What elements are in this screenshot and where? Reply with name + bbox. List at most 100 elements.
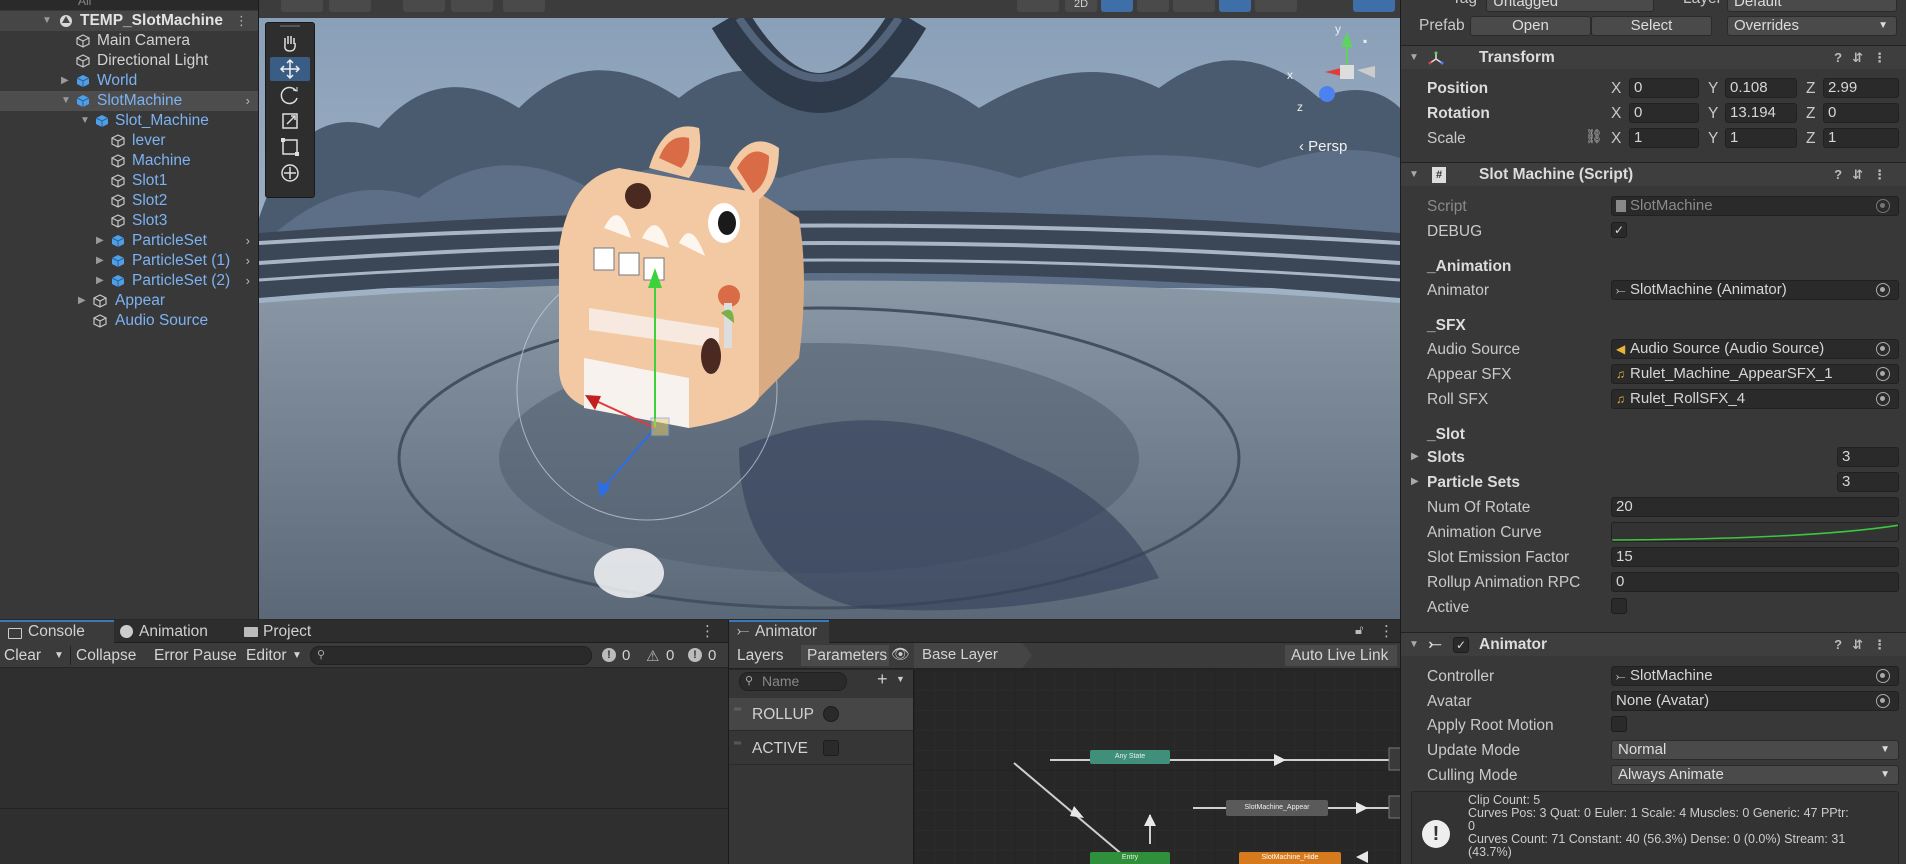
tag-dropdown[interactable]: Untagged <box>1486 0 1654 12</box>
error-count-button[interactable]: ! 0 <box>688 647 722 665</box>
update-mode-dropdown[interactable]: Normal ▼ <box>1611 740 1899 760</box>
effects-button[interactable] <box>1173 0 1215 12</box>
drag-handle-icon[interactable]: ═ <box>734 704 741 715</box>
num-of-rotate-field[interactable]: 20 <box>1611 497 1899 517</box>
bool-checkbox[interactable] <box>823 740 839 756</box>
expand-arrow-icon[interactable]: ▼ <box>80 111 92 131</box>
controller-field[interactable]: ⤚ SlotMachine <box>1611 666 1899 686</box>
rotation-y-field[interactable]: 13.194 <box>1725 103 1797 123</box>
hierarchy-item-slotmachine[interactable]: ▼ SlotMachine › <box>0 91 258 111</box>
console-split-divider[interactable] <box>0 808 728 809</box>
console-search-input[interactable]: ⚲ <box>310 646 592 665</box>
position-z-field[interactable]: 2.99 <box>1823 78 1899 98</box>
rollup-animation-rpc-field[interactable]: 0 <box>1611 572 1899 592</box>
animator-graph[interactable]: Any State SlotMachine_Appear Entry SlotM… <box>914 670 1400 864</box>
console-log-area[interactable] <box>0 668 728 864</box>
hierarchy-item-world[interactable]: ▶ World <box>0 71 258 91</box>
tab-animation[interactable]: Animation <box>118 620 238 643</box>
panel-menu-icon[interactable]: ⋮ <box>1379 622 1394 640</box>
component-header-icons[interactable]: ?⇵⋮ <box>1834 163 1896 187</box>
lighting-toggle-button[interactable] <box>1101 0 1133 12</box>
rotation-z-field[interactable]: 0 <box>1823 103 1899 123</box>
position-y-field[interactable]: 0.108 <box>1725 78 1797 98</box>
grid-button[interactable] <box>503 0 545 12</box>
gizmos-button[interactable] <box>1353 0 1395 12</box>
scale-y-field[interactable]: 1 <box>1725 128 1797 148</box>
scale-tool-button[interactable] <box>270 109 310 133</box>
hide-state-node[interactable]: SlotMachine_Hide <box>1239 852 1341 864</box>
parameter-search-input[interactable]: ⚲ Name <box>739 672 847 691</box>
persp-label[interactable]: ‹ Persp <box>1299 138 1347 155</box>
hierarchy-item-particleset-2[interactable]: ▶ ParticleSet (2) › <box>0 271 258 291</box>
object-picker-icon[interactable] <box>1876 367 1890 381</box>
expand-arrow-icon[interactable]: ▼ <box>1409 46 1419 70</box>
lock-icon[interactable]: 🔓︎ <box>1355 622 1363 638</box>
animator-enabled-checkbox[interactable]: ✓ <box>1453 637 1469 653</box>
slot-emission-factor-field[interactable]: 15 <box>1611 547 1899 567</box>
hierarchy-item-slot3[interactable]: Slot3 <box>0 211 258 231</box>
chevron-down-icon[interactable]: ▼ <box>54 645 64 666</box>
gizmo-tool-button[interactable] <box>281 0 323 12</box>
grid-snap-button[interactable] <box>403 0 445 12</box>
appear-state-node[interactable]: SlotMachine_Appear <box>1226 800 1328 816</box>
log-count-button[interactable]: ! 0 <box>602 647 636 665</box>
animator-component-header[interactable]: ▼ ⤚ ✓ Animator ?⇵⋮ <box>1401 632 1906 656</box>
object-picker-icon[interactable] <box>1876 669 1890 683</box>
hierarchy-divider[interactable] <box>258 0 259 620</box>
move-tool-button[interactable] <box>270 57 310 81</box>
parameters-tab[interactable]: Parameters <box>801 645 889 666</box>
scale-x-field[interactable]: 1 <box>1629 128 1699 148</box>
entry-node[interactable]: Entry <box>1090 852 1170 864</box>
avatar-field[interactable]: None (Avatar) <box>1611 691 1899 711</box>
animator-split-divider[interactable] <box>913 670 914 864</box>
scale-z-field[interactable]: 1 <box>1823 128 1899 148</box>
breadcrumb[interactable]: Base Layer <box>914 643 1032 668</box>
increment-snap-button[interactable] <box>451 0 493 12</box>
scene-menu-icon[interactable]: ⋮ <box>235 11 248 31</box>
camera-settings-button[interactable] <box>1255 0 1297 12</box>
expand-arrow-icon[interactable]: ▼ <box>42 11 54 31</box>
tab-project[interactable]: Project <box>244 620 354 643</box>
hierarchy-item-particleset[interactable]: ▶ ParticleSet › <box>0 231 258 251</box>
scene-view[interactable]: y x z ▪ ‹ Persp <box>259 18 1400 619</box>
expand-arrow-icon[interactable]: ▶ <box>96 251 108 271</box>
hierarchy-item-slot1[interactable]: Slot1 <box>0 171 258 191</box>
panel-menu-icon[interactable]: ⋮ <box>700 622 715 640</box>
expand-arrow-icon[interactable]: ▶ <box>1411 451 1419 462</box>
audio-toggle-button[interactable] <box>1137 0 1169 12</box>
prefab-overrides-dropdown[interactable]: Overrides ▼ <box>1727 16 1897 36</box>
console-animator-divider[interactable] <box>728 620 729 864</box>
hierarchy-item-scene[interactable]: ▼ TEMP_SlotMachine ⋮ <box>0 11 258 31</box>
layer-dropdown[interactable]: Default <box>1727 0 1897 12</box>
eye-icon[interactable]: 👁︎ <box>891 645 910 663</box>
warning-count-button[interactable]: ⚠ 0 <box>646 647 680 665</box>
expand-arrow-icon[interactable]: ▶ <box>96 231 108 251</box>
layers-tab[interactable]: Layers <box>737 645 784 666</box>
error-pause-button[interactable]: Error Pause <box>154 645 237 666</box>
debug-checkbox[interactable]: ✓ <box>1611 222 1627 238</box>
object-picker-icon[interactable] <box>1876 392 1890 406</box>
expand-arrow-icon[interactable]: ▼ <box>1409 633 1419 657</box>
hierarchy-item-appear[interactable]: ▶ Appear <box>0 291 258 311</box>
chevron-right-icon[interactable]: › <box>246 251 250 271</box>
chevron-down-icon[interactable]: ▼ <box>896 674 905 684</box>
position-x-field[interactable]: 0 <box>1629 78 1699 98</box>
hand-tool-button[interactable] <box>270 31 310 55</box>
tab-animator[interactable]: ⤚ Animator <box>729 620 829 643</box>
audio-source-field[interactable]: ◀ Audio Source (Audio Source) <box>1611 339 1899 359</box>
lock-icon[interactable]: ▪ <box>1363 34 1367 48</box>
component-header-icons[interactable]: ?⇵⋮ <box>1834 46 1896 70</box>
object-picker-icon[interactable] <box>1876 694 1890 708</box>
hierarchy-item-slot-machine[interactable]: ▼ Slot_Machine <box>0 111 258 131</box>
parameter-row-active[interactable]: ═ ACTIVE <box>729 732 913 765</box>
constrain-proportions-icon[interactable]: ⛓︎ <box>1585 128 1603 145</box>
hierarchy-item-slot2[interactable]: Slot2 <box>0 191 258 211</box>
hierarchy-item-main-camera[interactable]: Main Camera <box>0 31 258 51</box>
draw-mode-button[interactable] <box>1017 0 1059 12</box>
collapse-button[interactable]: Collapse <box>76 645 136 666</box>
chevron-right-icon[interactable]: › <box>246 231 250 251</box>
tab-console[interactable]: Console <box>0 620 114 643</box>
hierarchy-item-particleset-1[interactable]: ▶ ParticleSet (1) › <box>0 251 258 271</box>
orientation-gizmo[interactable] <box>1297 22 1397 122</box>
chevron-right-icon[interactable]: › <box>246 271 250 291</box>
